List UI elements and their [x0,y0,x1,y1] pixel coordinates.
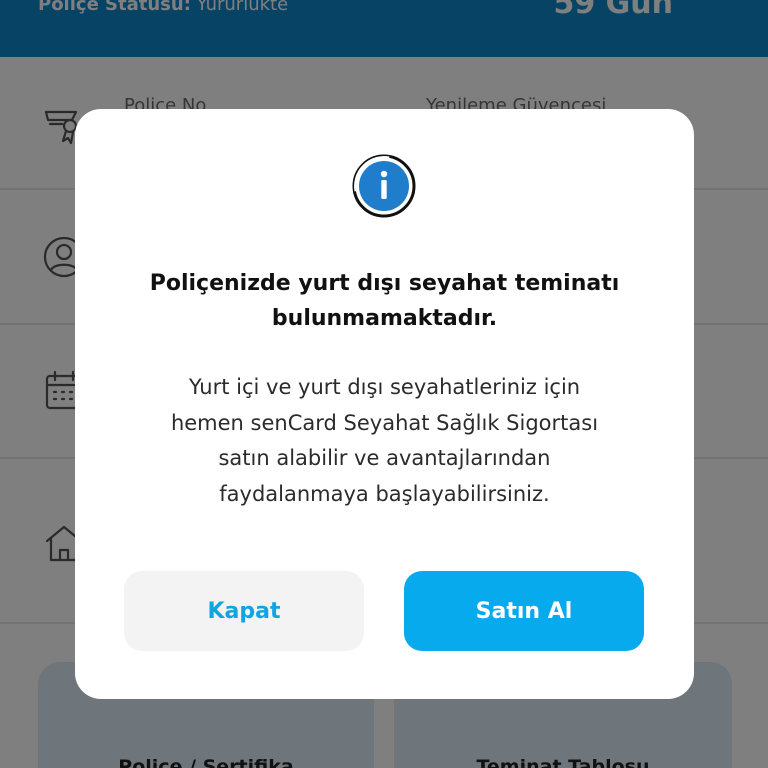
travel-coverage-dialog: Poliçenizde yurt dışı seyahat teminatı b… [75,109,694,699]
dialog-message: Yurt içi ve yurt dışı seyahatleriniz içi… [105,370,664,512]
buy-button[interactable]: Satın Al [404,571,644,651]
info-icon [351,153,417,219]
dialog-message-line: hemen senCard Seyahat Sağlık Sigortası [170,410,599,435]
dialog-message-line: Yurt içi ve yurt dışı seyahatleriniz içi… [188,375,581,399]
dialog-title-line: Poliçenizde yurt dışı seyahat teminatı [149,271,620,296]
close-button[interactable]: Kapat [124,571,364,651]
dialog-message-line: satın alabilir ve avantajlarından [218,446,551,470]
dialog-message-line: faydalanmaya başlayabilirsiniz. [219,481,550,506]
dialog-title-line: bulunmamaktadır. [271,306,498,331]
dialog-title: Poliçenizde yurt dışı seyahat teminatı b… [105,266,664,336]
